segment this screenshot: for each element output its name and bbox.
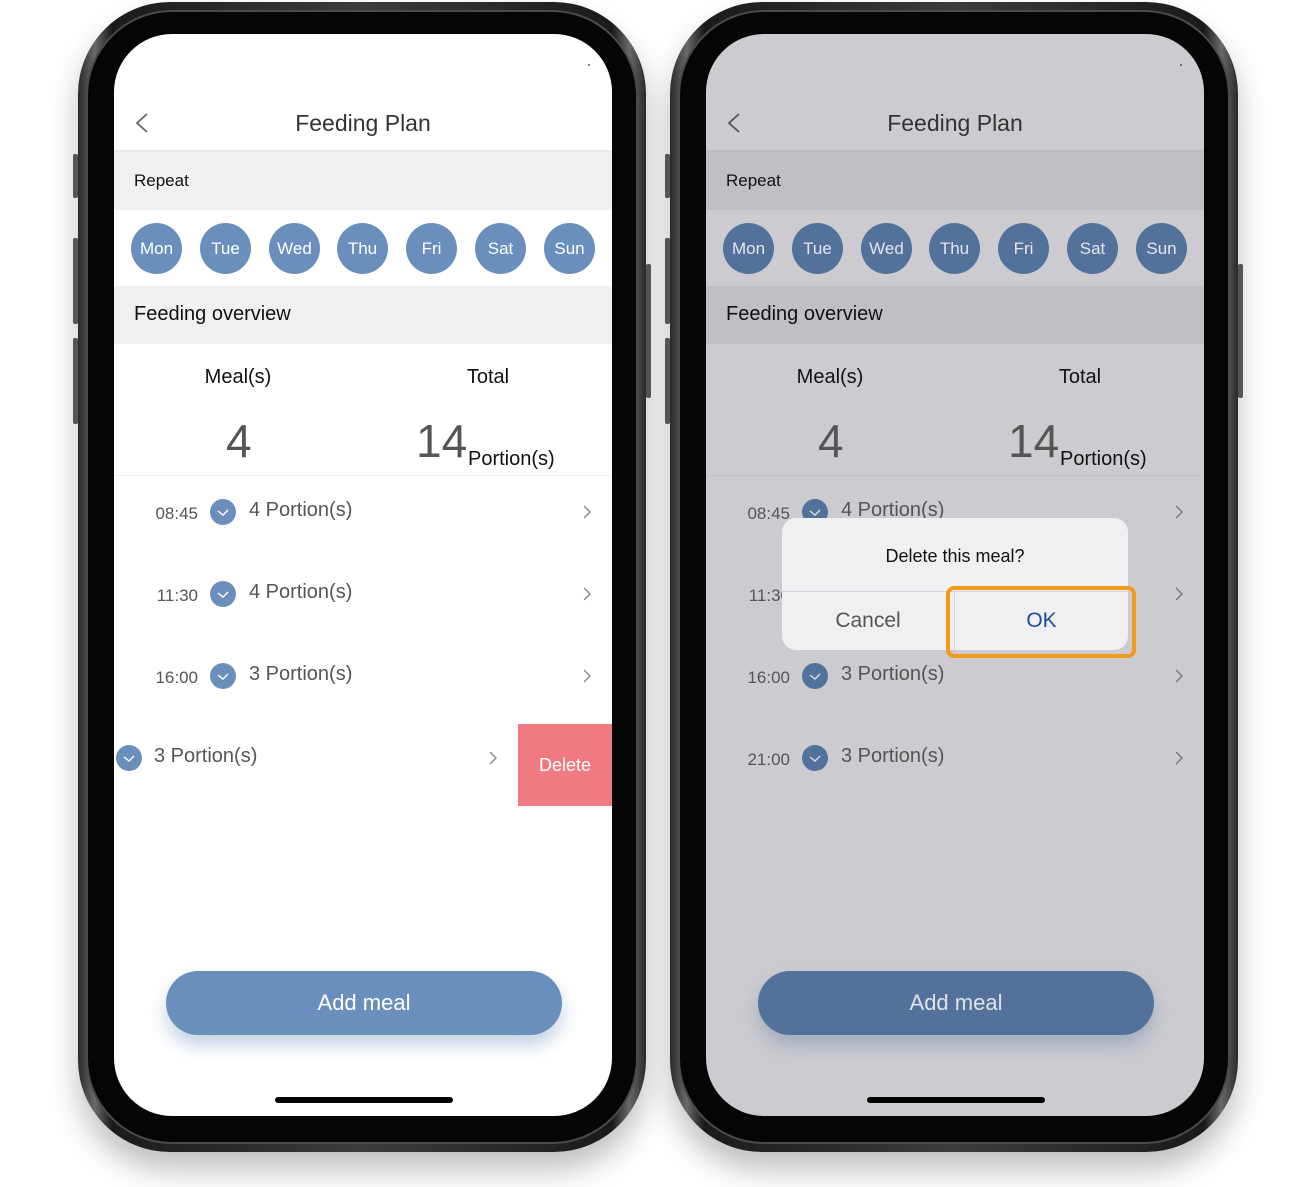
meals-label: Meal(s) [204, 366, 272, 388]
total-unit: Portion(s) [468, 448, 555, 470]
meal-row[interactable]: 08:45 4 Portion(s) [114, 478, 612, 560]
chevron-right-icon[interactable] [1174, 504, 1184, 520]
clock-icon [802, 745, 828, 771]
day-toggle-sun[interactable]: Sun [544, 223, 595, 274]
chevron-right-icon[interactable] [582, 586, 592, 602]
day-toggle-wed[interactable]: Wed [269, 223, 320, 274]
feeding-overview-header: Feeding overview [114, 286, 612, 344]
clock-icon [802, 663, 828, 689]
nav-bar: Feeding Plan [706, 90, 1204, 152]
day-toggle-mon[interactable]: Mon [723, 223, 774, 274]
cancel-button[interactable]: Cancel [782, 592, 954, 650]
total-label: Total [1058, 366, 1102, 388]
meal-row[interactable]: 21:00 3 Portion(s) [706, 724, 1204, 806]
meal-time: 08:45 [155, 504, 198, 523]
volume-up-button [665, 238, 670, 324]
ok-highlight-box [946, 586, 1136, 658]
day-selector: Mon Tue Wed Thu Fri Sat Sun [706, 210, 1204, 286]
repeat-section-header: Repeat [114, 152, 612, 210]
meal-row[interactable]: 16:00 3 Portion(s) [114, 642, 612, 724]
total-portions: 14 [1008, 415, 1060, 467]
clock-icon [210, 499, 236, 525]
volume-up-button [73, 238, 78, 324]
add-meal-button[interactable]: Add meal [166, 971, 562, 1035]
power-button [646, 264, 651, 398]
meals-count: 4 [226, 415, 252, 467]
day-toggle-thu[interactable]: Thu [929, 223, 980, 274]
chevron-right-icon[interactable] [582, 668, 592, 684]
meal-portion: 4 Portion(s) [249, 499, 353, 521]
meal-row-swiped[interactable]: 3 Portion(s) Delete [114, 724, 612, 806]
meal-time: 16:00 [747, 668, 790, 687]
meal-time: 21:00 [747, 750, 790, 769]
home-indicator[interactable] [275, 1097, 453, 1103]
phone-frame-right: Feeding Plan Repeat Mon Tue Wed Thu Fri … [665, 2, 1243, 1152]
meals-count: 4 [818, 415, 844, 467]
meal-time: 16:00 [155, 668, 198, 687]
camera-dot [1180, 64, 1182, 66]
clock-icon [210, 581, 236, 607]
day-toggle-fri[interactable]: Fri [406, 223, 457, 274]
page-title: Feeding Plan [887, 110, 1023, 136]
add-meal-button[interactable]: Add meal [758, 971, 1154, 1035]
day-toggle-tue[interactable]: Tue [792, 223, 843, 274]
day-toggle-thu[interactable]: Thu [337, 223, 388, 274]
delete-meal-button[interactable]: Delete [518, 724, 612, 806]
feeding-stats: Meal(s) Total 4 14 Portion(s) [114, 344, 612, 476]
meals-label: Meal(s) [796, 366, 864, 388]
meal-portion: 3 Portion(s) [249, 663, 353, 685]
day-toggle-tue[interactable]: Tue [200, 223, 251, 274]
volume-down-button [73, 338, 78, 424]
volume-down-button [665, 338, 670, 424]
clock-icon [210, 663, 236, 689]
chevron-right-icon[interactable] [1174, 668, 1184, 684]
page-title: Feeding Plan [295, 110, 431, 136]
chevron-right-icon[interactable] [1174, 750, 1184, 766]
day-toggle-sat[interactable]: Sat [1067, 223, 1118, 274]
day-toggle-fri[interactable]: Fri [998, 223, 1049, 274]
clock-icon [116, 745, 142, 771]
feeding-stats: Meal(s) Total 4 14 Portion(s) [706, 344, 1204, 476]
meal-portion: 3 Portion(s) [154, 745, 258, 767]
phone-frame-left: Feeding Plan Repeat Mon Tue Wed Thu Fri … [73, 2, 651, 1152]
total-label: Total [466, 366, 510, 388]
day-toggle-sun[interactable]: Sun [1136, 223, 1187, 274]
day-toggle-mon[interactable]: Mon [131, 223, 182, 274]
day-toggle-wed[interactable]: Wed [861, 223, 912, 274]
dialog-message: Delete this meal? [885, 546, 1025, 566]
day-toggle-sat[interactable]: Sat [475, 223, 526, 274]
home-indicator[interactable] [867, 1097, 1045, 1103]
day-selector: Mon Tue Wed Thu Fri Sat Sun [114, 210, 612, 286]
chevron-right-icon[interactable] [1174, 586, 1184, 602]
meal-time: 08:45 [747, 504, 790, 523]
chevron-right-icon[interactable] [488, 750, 498, 766]
total-portions: 14 [416, 415, 468, 467]
meal-row[interactable]: 11:30 4 Portion(s) [114, 560, 612, 642]
mute-switch [665, 154, 670, 198]
screen-feeding-plan-confirm: Feeding Plan Repeat Mon Tue Wed Thu Fri … [706, 34, 1204, 1116]
nav-bar: Feeding Plan [114, 90, 612, 152]
camera-dot [588, 64, 590, 66]
power-button [1238, 264, 1243, 398]
meal-portion: 3 Portion(s) [841, 745, 945, 767]
repeat-section-header: Repeat [706, 152, 1204, 210]
screen-feeding-plan-swipe: Feeding Plan Repeat Mon Tue Wed Thu Fri … [114, 34, 612, 1116]
mute-switch [73, 154, 78, 198]
chevron-right-icon[interactable] [582, 504, 592, 520]
total-unit: Portion(s) [1060, 448, 1147, 470]
feeding-overview-header: Feeding overview [706, 286, 1204, 344]
meal-time: 11:30 [156, 586, 198, 605]
meal-portion: 4 Portion(s) [249, 581, 353, 603]
meal-portion: 3 Portion(s) [841, 663, 945, 685]
